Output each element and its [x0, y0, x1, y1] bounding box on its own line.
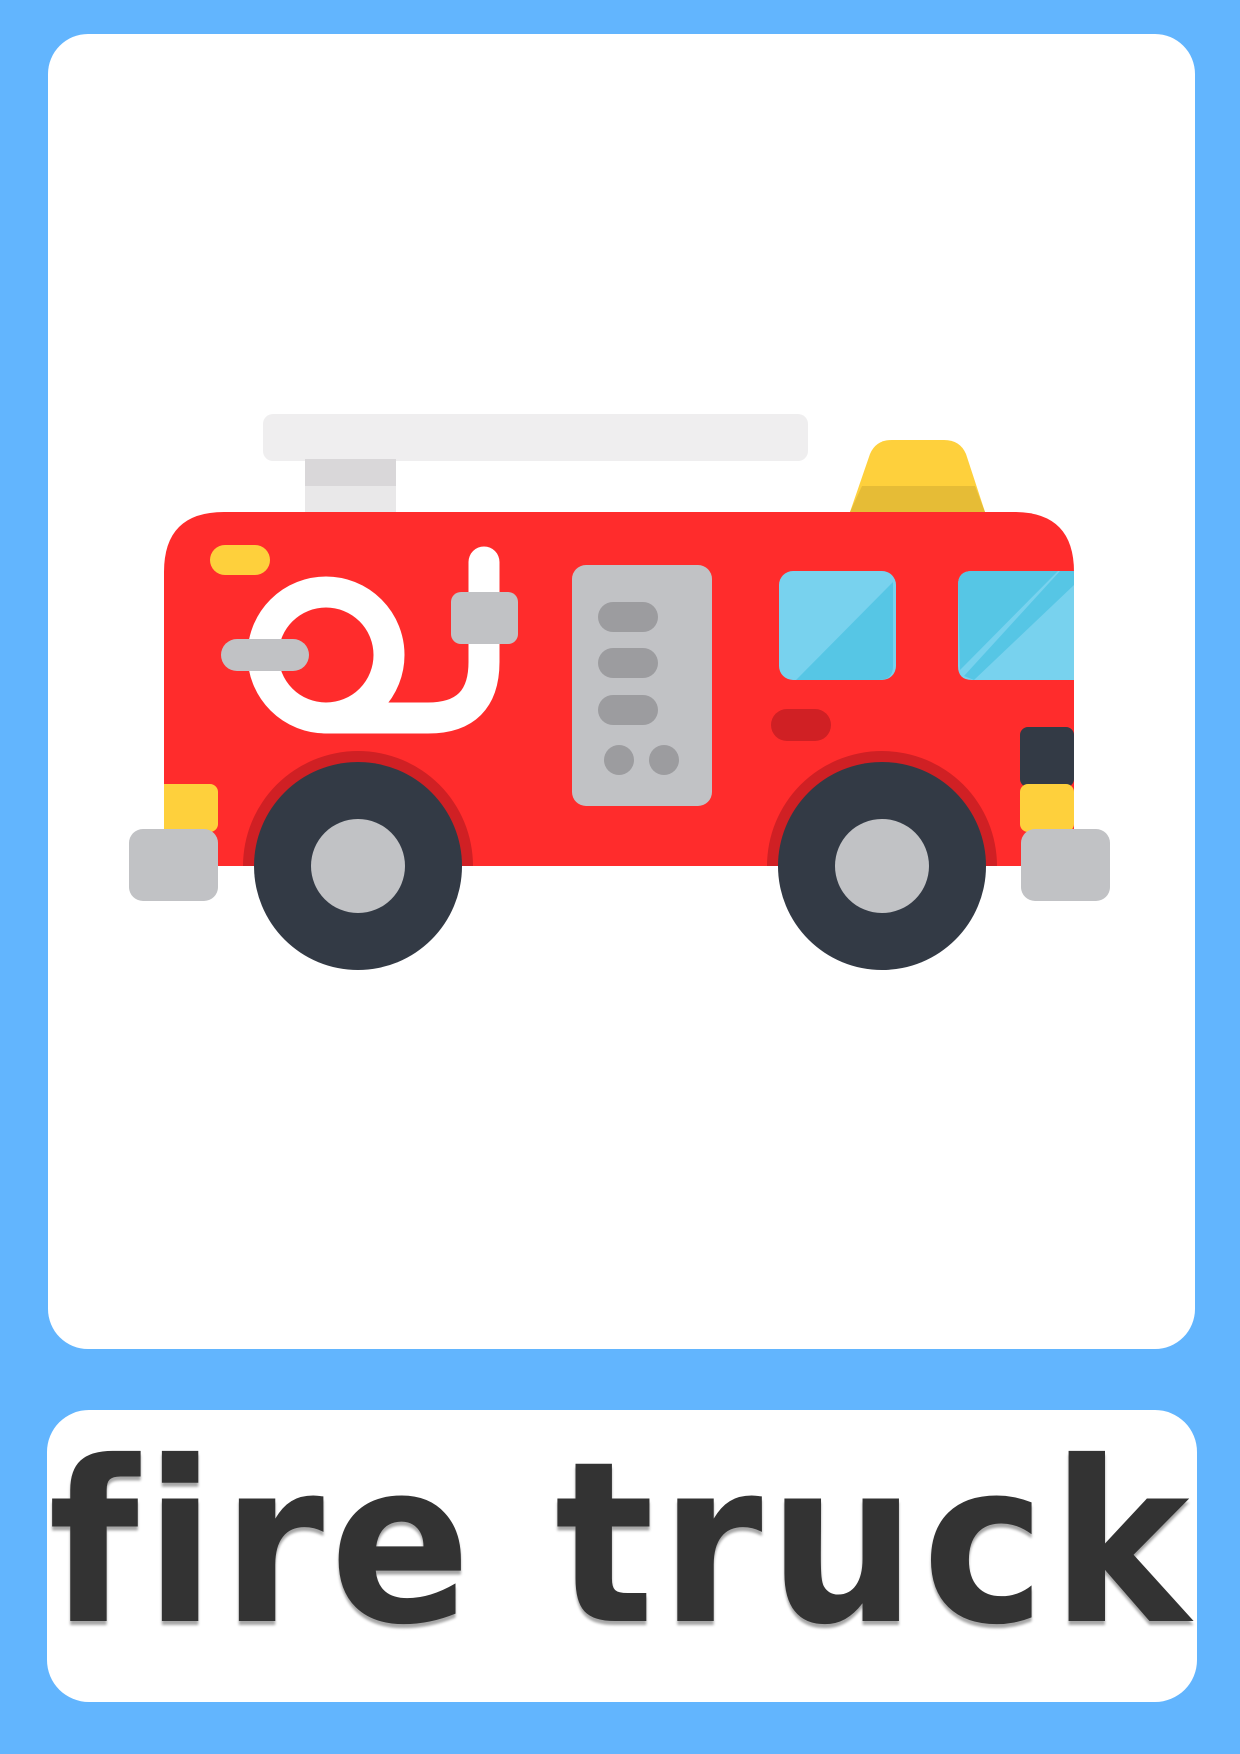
front-bumper	[1021, 829, 1110, 901]
window-2	[958, 571, 1074, 680]
word-card: fire truck	[47, 1410, 1197, 1702]
ladder	[263, 414, 808, 461]
rear-bumper	[129, 829, 218, 901]
rear-wheel	[254, 762, 462, 970]
front-wheel	[778, 762, 986, 970]
word-label: fire truck	[48, 1413, 1196, 1674]
window-1	[779, 571, 896, 680]
equipment-panel	[572, 565, 712, 806]
